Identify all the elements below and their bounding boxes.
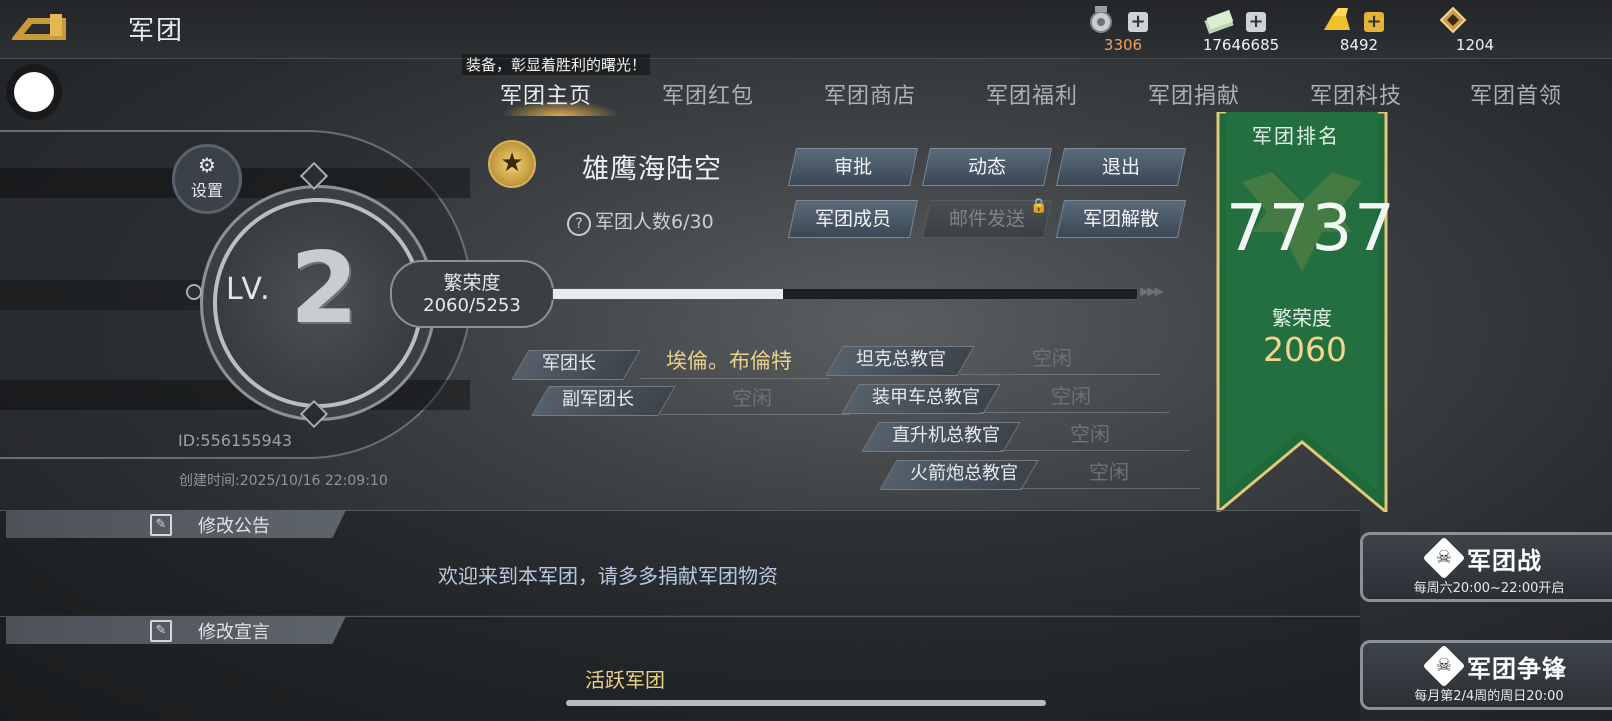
announcement-header [6,510,346,538]
legion-star-emblem-icon: ★ [488,140,536,188]
home-indicator[interactable] [566,700,1046,706]
activity-button[interactable]: 动态 [921,148,1053,186]
resource-crystal: 1204 [1420,2,1530,54]
tab-donate[interactable]: 军团捐献 [1148,78,1240,110]
quit-button[interactable]: 退出 [1055,148,1187,186]
tab-bar: 军团主页 军团红包 军团商店 军团福利 军团捐献 军团科技 军团首领 [470,72,1612,116]
crystal-icon [1439,6,1467,34]
prosperity-label: 繁荣度 [443,272,501,294]
prosperity-badge: 繁荣度 2060/5253 [390,260,554,328]
tab-welfare[interactable]: 军团福利 [986,78,1078,110]
tab-shop[interactable]: 军团商店 [824,78,916,110]
ranking-prosperity-label: 繁荣度 [1272,306,1332,330]
crystal-value: 1204 [1455,36,1495,54]
role-deputy: 副军团长 [531,386,702,416]
resource-gold: + 8492 [1304,2,1414,54]
floating-assist-button[interactable] [14,72,54,112]
medal-icon [1090,6,1112,33]
skull-icon: ☠ [1422,536,1466,580]
members-button[interactable]: 军团成员 [787,200,919,238]
edit-announcement-button[interactable]: 修改公告 [198,512,270,538]
gold-bar-icon [1324,8,1350,30]
leader-name: 埃倫。布倫特 [666,349,792,373]
role-heli: 直升机总教官 [861,422,1042,452]
ring-marker [186,284,202,300]
tab-home[interactable]: 军团主页 [500,78,592,110]
medal-value: 3306 [1103,36,1143,54]
legion-contest-button[interactable]: ☠ 军团争锋 每月第2/4周的周日20:00 [1360,640,1612,710]
divider [660,414,850,415]
approve-button[interactable]: 审批 [787,148,919,186]
tab-red-packet[interactable]: 军团红包 [662,78,754,110]
help-icon[interactable]: ? [567,212,591,236]
page-title: 军团 [128,16,185,46]
skull-icon: ☠ [1422,644,1466,688]
gold-value: 8492 [1339,36,1379,54]
divider [1020,488,1200,489]
legion-contest-title: 军团争锋 [1467,655,1567,683]
ranking-value: 7737 [1226,192,1397,266]
add-cash-button[interactable]: + [1246,12,1266,32]
role-leader: 军团长 [511,350,662,380]
add-gold-button[interactable]: + [1364,12,1384,32]
deputy-name: 空闲 [732,386,772,410]
tank-name: 空闲 [1032,346,1072,370]
resource-cash: + 17646685 [1186,2,1296,54]
tab-boss[interactable]: 军团首领 [1470,78,1562,110]
role-apc: 装甲车总教官 [841,384,1022,414]
prosperity-progress-fill [553,289,783,299]
legion-contest-time: 每月第2/4周的周日20:00 [1414,689,1564,704]
divider [960,374,1160,375]
cash-value: 17646685 [1202,36,1280,54]
role-label: 副军团长 [562,389,634,410]
settings-button[interactable]: ⚙ 设置 [172,144,242,214]
cash-icon [1204,9,1234,34]
apc-name: 空闲 [1051,384,1091,408]
back-button[interactable] [10,10,72,42]
heli-name: 空闲 [1070,422,1110,446]
prosperity-value: 2060/5253 [423,295,521,316]
role-label: 军团长 [542,353,596,374]
declaration-text: 活跃军团 [585,668,665,692]
role-label: 坦克总教官 [856,349,946,370]
declaration-header [6,616,346,644]
created-time: 创建时间:2025/10/16 22:09:10 [179,473,388,489]
announcement-text: 欢迎来到本军团，请多多捐献军团物资 [438,564,778,588]
progress-arrows-icon: ▶▶▶ [1140,284,1164,298]
settings-label: 设置 [190,181,223,200]
ranking-prosperity-value: 2060 [1263,330,1347,369]
resource-medal: + 3306 [1068,2,1178,54]
legion-name: 雄鹰海陆空 [582,154,722,185]
role-label: 装甲车总教官 [872,387,980,408]
lock-icon: 🔒 [1030,198,1048,214]
legion-war-button[interactable]: ☠ 军团战 每周六20:00~22:00开启 [1360,532,1612,602]
role-tank: 坦克总教官 [825,346,996,376]
level-number: 2 [290,232,359,346]
rocket-name: 空闲 [1089,460,1129,484]
divider [1000,450,1190,451]
role-rocket: 火箭炮总教官 [879,460,1060,490]
tab-tech[interactable]: 军团科技 [1310,78,1402,110]
role-label: 直升机总教官 [892,425,1000,446]
role-label: 火箭炮总教官 [910,463,1018,484]
back-arrow-icon [12,14,66,40]
edit-icon[interactable]: ✎ [150,514,172,536]
legion-id: ID:556155943 [178,431,293,450]
disband-button[interactable]: 军团解散 [1055,200,1187,238]
edit-declaration-button[interactable]: 修改宣言 [198,618,270,644]
member-count-text: 军团人数6/30 [595,211,714,233]
member-count: ? 军团人数6/30 [567,207,714,236]
legion-war-time: 每周六20:00~22:00开启 [1413,581,1565,596]
legion-war-title: 军团战 [1467,547,1542,575]
gear-icon: ⚙ [198,153,216,177]
divider [980,412,1170,413]
edit-icon[interactable]: ✎ [150,620,172,642]
divider [640,378,830,379]
ranking-title: 军团排名 [1252,124,1340,148]
level-label: LV. [226,272,272,307]
add-medal-button[interactable]: + [1128,12,1148,32]
